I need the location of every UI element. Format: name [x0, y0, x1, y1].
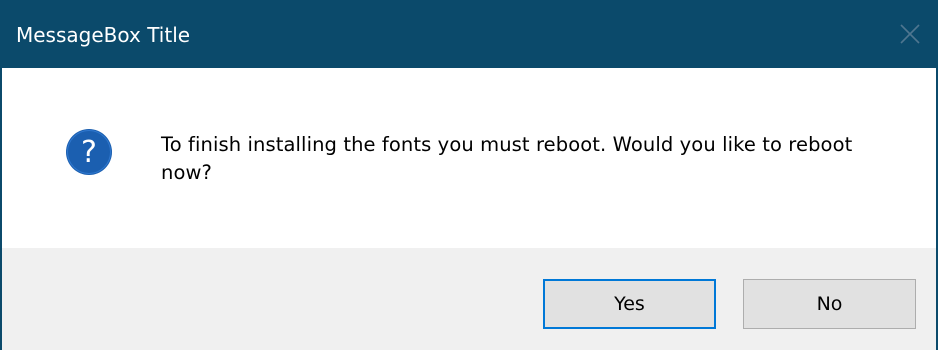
question-icon: ? — [66, 129, 112, 175]
window-title: MessageBox Title — [16, 23, 191, 47]
message-box-dialog: MessageBox Title ? To finish installing … — [0, 0, 938, 350]
svg-text:?: ? — [81, 135, 97, 170]
close-button[interactable] — [884, 0, 936, 68]
close-icon — [900, 24, 920, 44]
yes-button[interactable]: Yes — [543, 279, 716, 329]
no-button[interactable]: No — [743, 279, 916, 329]
title-bar: MessageBox Title — [2, 0, 936, 68]
message-text: To finish installing the fonts you must … — [161, 133, 853, 184]
